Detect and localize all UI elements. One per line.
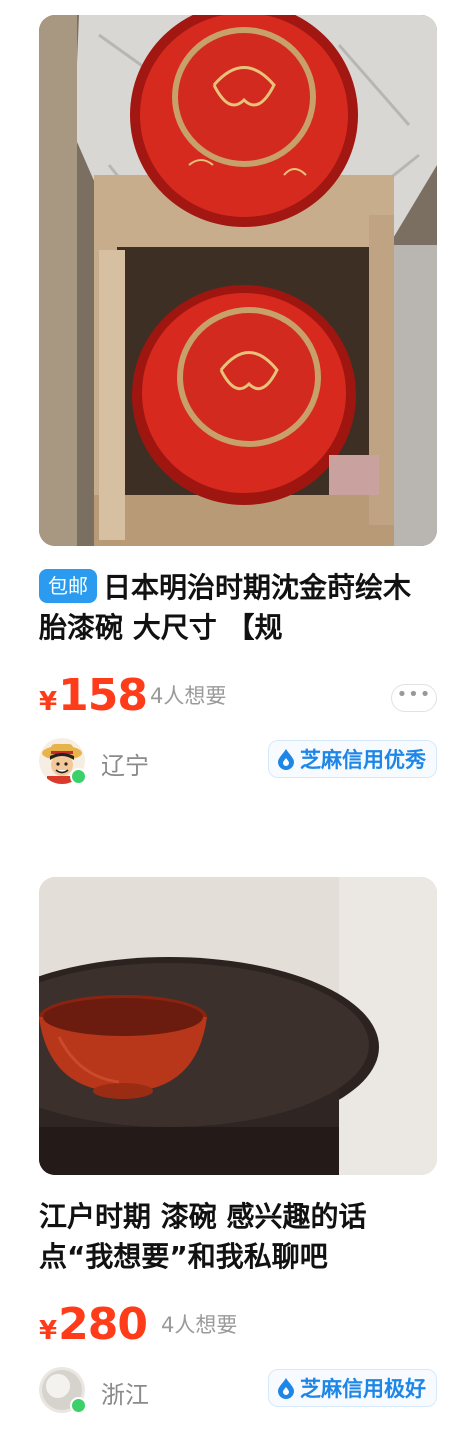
avatar[interactable] xyxy=(39,1367,87,1414)
seller-row[interactable]: 辽宁 芝麻信用优秀 xyxy=(39,736,437,788)
price-currency: ¥ xyxy=(39,1316,58,1346)
free-shipping-badge: 包邮 xyxy=(39,569,97,603)
online-status-icon xyxy=(70,768,87,785)
price-row: ¥158 4人想要 ••• xyxy=(39,666,437,722)
avatar[interactable] xyxy=(39,738,87,785)
product-image[interactable] xyxy=(39,15,437,546)
product-title-text: 江户时期 漆碗 感兴趣的话点“我想要”和我私聊吧 xyxy=(39,1200,367,1273)
want-count: 4人想要 xyxy=(150,684,227,708)
product-title[interactable]: 江户时期 漆碗 感兴趣的话点“我想要”和我私聊吧 xyxy=(39,1197,437,1277)
sesame-drop-icon xyxy=(277,1377,295,1399)
credit-badge[interactable]: 芝麻信用极好 xyxy=(268,1369,437,1407)
credit-label: 芝麻信用优秀 xyxy=(300,748,426,772)
product-card[interactable]: 江户时期 漆碗 感兴趣的话点“我想要”和我私聊吧 ¥280 4人想要 浙江 芝麻… xyxy=(39,877,437,1417)
product-title[interactable]: 包邮 日本明治时期沈金莳绘木胎漆碗 大尺寸 【规 xyxy=(39,568,437,648)
sesame-drop-icon xyxy=(277,748,295,770)
credit-label: 芝麻信用极好 xyxy=(300,1377,426,1401)
price-row: ¥280 4人想要 xyxy=(39,1295,437,1351)
seller-location: 辽宁 xyxy=(101,752,149,780)
credit-badge[interactable]: 芝麻信用优秀 xyxy=(268,740,437,778)
price: ¥280 xyxy=(39,1303,148,1347)
online-status-icon xyxy=(70,1397,87,1414)
price: ¥158 xyxy=(39,674,148,718)
seller-location: 浙江 xyxy=(101,1381,149,1409)
product-image[interactable] xyxy=(39,877,437,1175)
seller-row[interactable]: 浙江 芝麻信用极好 xyxy=(39,1365,437,1417)
price-amount: 158 xyxy=(58,670,148,721)
price-amount: 280 xyxy=(58,1299,148,1350)
want-count: 4人想要 xyxy=(161,1313,238,1337)
product-feed: 包邮 日本明治时期沈金莳绘木胎漆碗 大尺寸 【规 ¥158 4人想要 ••• 辽… xyxy=(0,0,455,1440)
more-dots-icon[interactable]: ••• xyxy=(391,684,437,712)
product-card[interactable]: 包邮 日本明治时期沈金莳绘木胎漆碗 大尺寸 【规 ¥158 4人想要 ••• 辽… xyxy=(39,15,437,788)
price-currency: ¥ xyxy=(39,687,58,717)
